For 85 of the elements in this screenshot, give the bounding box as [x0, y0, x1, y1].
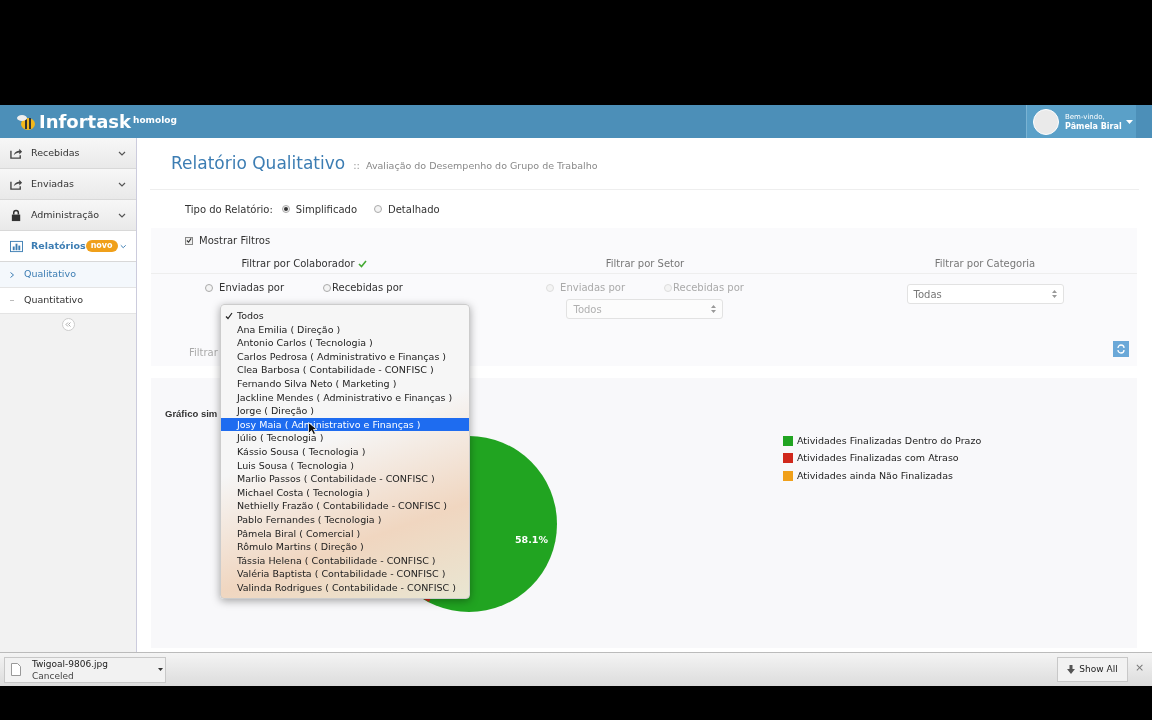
- radio-label: Detalhado: [388, 202, 440, 217]
- file-icon: [11, 663, 21, 676]
- caret-icon: [1125, 119, 1133, 124]
- column-title: Filtrar por Categoria: [934, 257, 1036, 271]
- avatar: [1033, 108, 1059, 135]
- radio-label: Simplificado: [295, 202, 357, 217]
- dropdown-option[interactable]: Clea Barbosa ( Contabilidade - CONFISC ): [221, 363, 469, 377]
- sidebar-item[interactable]: Enviadas: [0, 169, 136, 200]
- chevron-down-icon: [119, 243, 126, 249]
- updown-icon: [1051, 290, 1057, 298]
- field-label: Tipo do Relatório:: [185, 202, 273, 217]
- submenu-item[interactable]: Qualitativo: [0, 262, 136, 288]
- sidebar-item[interactable]: Recebidas: [0, 138, 136, 169]
- dropdown-option[interactable]: Valinda Rodrigues ( Contabilidade - CONFISC ): [221, 580, 469, 595]
- radio-button[interactable]: [205, 283, 214, 292]
- dropdown-option[interactable]: Jorge ( Direção ): [221, 404, 469, 418]
- dropdown-option[interactable]: Fernando Silva Neto ( Marketing ): [221, 376, 469, 391]
- sidebar-item[interactable]: Relatórios novo: [0, 231, 136, 262]
- chevron-right-icon: [10, 271, 14, 278]
- checkbox-label: Mostrar Filtros: [199, 234, 271, 248]
- bee-icon: [16, 112, 36, 131]
- file-name: Twigoal-9806.jpg: [32, 657, 109, 670]
- dropdown-option[interactable]: Pâmela Biral ( Comercial ): [221, 526, 469, 541]
- chevron-down-icon: [118, 150, 126, 156]
- chart-title: Gráfico sim: [165, 407, 218, 421]
- legend-label: Atividades ainda Não Finalizadas: [797, 468, 953, 483]
- column-title: Filtrar por Setor: [605, 257, 685, 271]
- close-button[interactable]: ×: [1135, 662, 1145, 673]
- radio-button[interactable]: [374, 205, 382, 213]
- sidebar-item[interactable]: Administração: [0, 200, 136, 231]
- dropdown-option[interactable]: Jackline Mendes ( Administrativo e Finanças ): [221, 390, 469, 405]
- dropdown-option[interactable]: Nethielly Frazão ( Contabilidade - CONFISC ): [221, 499, 469, 513]
- checkbox[interactable]: [185, 236, 193, 245]
- user-name: Pâmela Biral: [1065, 121, 1122, 132]
- environment-label: homolog: [133, 114, 177, 127]
- submenu-item[interactable]: Quantitativo: [0, 288, 136, 314]
- radio-button[interactable]: [323, 283, 331, 292]
- download-item[interactable]: Twigoal-9806.jpg Canceled: [4, 656, 166, 683]
- dropdown-option[interactable]: Pablo Fernandes ( Tecnologia ): [221, 512, 469, 527]
- check-icon: [357, 259, 367, 268]
- checkmark-icon: [225, 311, 233, 320]
- dropdown-option[interactable]: Rômulo Martins ( Direção ): [221, 540, 469, 554]
- dropdown-option[interactable]: Ana Emilia ( Direção ): [221, 322, 469, 337]
- dropdown-option[interactable]: Júlio ( Tecnologia ): [221, 431, 469, 445]
- dropdown-option[interactable]: Todos: [221, 309, 469, 323]
- radio-label: Recebidas por: [332, 281, 403, 295]
- lock-icon: [10, 208, 23, 222]
- legend-label: Atividades Finalizadas Dentro do Prazo: [797, 434, 982, 448]
- collapse-button[interactable]: [61, 317, 75, 331]
- caret-icon: [158, 668, 163, 671]
- radio-label: Enviadas por: [219, 281, 284, 295]
- dropdown-option[interactable]: Carlos Pedrosa ( Administrativo e Finanças ): [221, 349, 469, 364]
- dropdown-option[interactable]: Tássia Helena ( Contabilidade - CONFISC ): [221, 553, 469, 568]
- radio-button[interactable]: [281, 205, 290, 213]
- title-separator: ::: [353, 159, 360, 173]
- dropdown-option[interactable]: Luis Sousa ( Tecnologia ): [221, 458, 469, 473]
- column-title: Filtrar por Colaborador: [241, 257, 355, 271]
- bar-chart-icon: [10, 239, 23, 253]
- radio-label: Recebidas por: [673, 281, 744, 295]
- dash-icon: [10, 300, 14, 301]
- slice-label: 58.1%: [515, 533, 548, 547]
- refresh-icon: [1116, 344, 1126, 354]
- share-icon: [10, 146, 23, 160]
- dropdown-option[interactable]: Kássio Sousa ( Tecnologia ): [221, 444, 469, 459]
- page-subtitle: Avaliação do Desempenho do Grupo de Trabalho: [365, 159, 598, 173]
- select-field[interactable]: Todas: [906, 284, 1064, 304]
- updown-icon: [711, 305, 717, 313]
- page-title: Relatório Qualitativo: [171, 152, 346, 175]
- download-icon: [1067, 665, 1076, 674]
- new-badge: novo: [85, 240, 118, 252]
- dropdown-option[interactable]: Antonio Carlos ( Tecnologia ): [221, 336, 469, 350]
- refresh-button[interactable]: [1113, 341, 1129, 357]
- brand-logo[interactable]: Infortask: [39, 112, 132, 131]
- filter-label: Filtrar: [189, 346, 218, 360]
- double-chevron-left-icon: [65, 321, 71, 327]
- dropdown-option[interactable]: Valéria Baptista ( Contabilidade - CONFISC ): [221, 567, 469, 581]
- chevron-down-icon: [118, 181, 126, 187]
- dropdown-option[interactable]: Marlio Passos ( Contabilidade - CONFISC ): [221, 472, 469, 486]
- download-status: Canceled: [32, 669, 75, 682]
- show-all-button[interactable]: Show All: [1057, 657, 1128, 682]
- dropdown-option[interactable]: Michael Costa ( Tecnologia ): [221, 485, 469, 500]
- radio-label: Enviadas por: [560, 281, 625, 295]
- share-icon: [10, 177, 23, 191]
- legend-label: Atividades Finalizadas com Atraso: [797, 451, 959, 466]
- chevron-down-icon: [118, 212, 126, 218]
